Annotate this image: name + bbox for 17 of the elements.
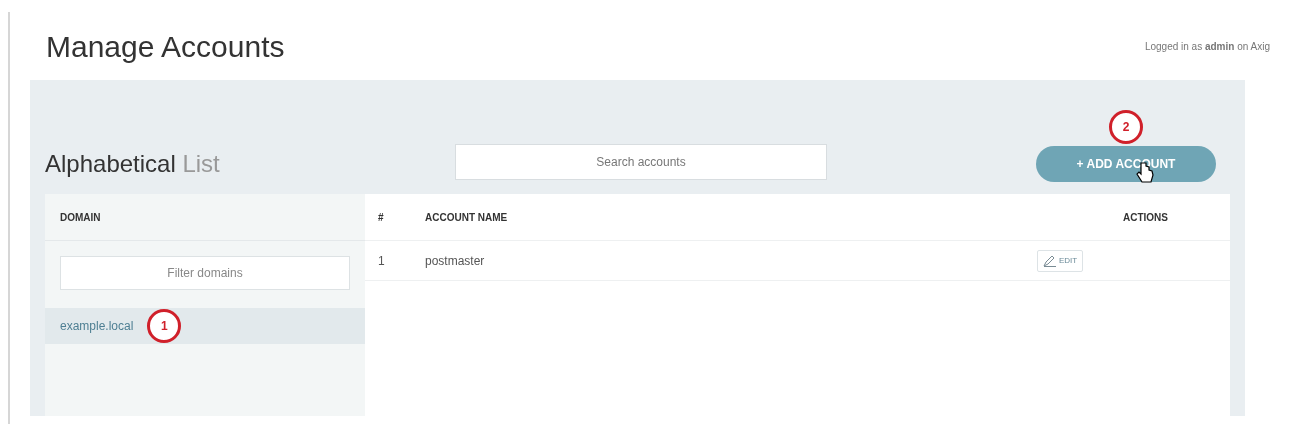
page-title: Manage Accounts (46, 28, 285, 65)
column-header: # (377, 210, 385, 225)
column-header: DOMAIN (60, 210, 101, 225)
column-header: ACTIONS (1123, 210, 1168, 225)
list-heading: Alphabetical List (45, 149, 221, 179)
login-info: Logged in as admin on Axig (1144, 39, 1270, 54)
annotation-marker: 2 (1109, 110, 1143, 144)
search-field[interactable]: Search accounts (455, 144, 827, 180)
domain-item[interactable]: example.local 1 (45, 308, 365, 344)
pencil-icon (1043, 254, 1057, 267)
domain-name: example.local (60, 318, 134, 335)
table-cell-text: postmaster (425, 252, 486, 270)
annotation-marker: 1 (147, 309, 182, 343)
filter-field[interactable]: Filter domains (60, 256, 350, 290)
edit-button[interactable]: EDIT (1037, 249, 1084, 272)
column-header: ACCOUNT NAME (425, 210, 509, 225)
table-cell-text: 1 (377, 252, 386, 270)
